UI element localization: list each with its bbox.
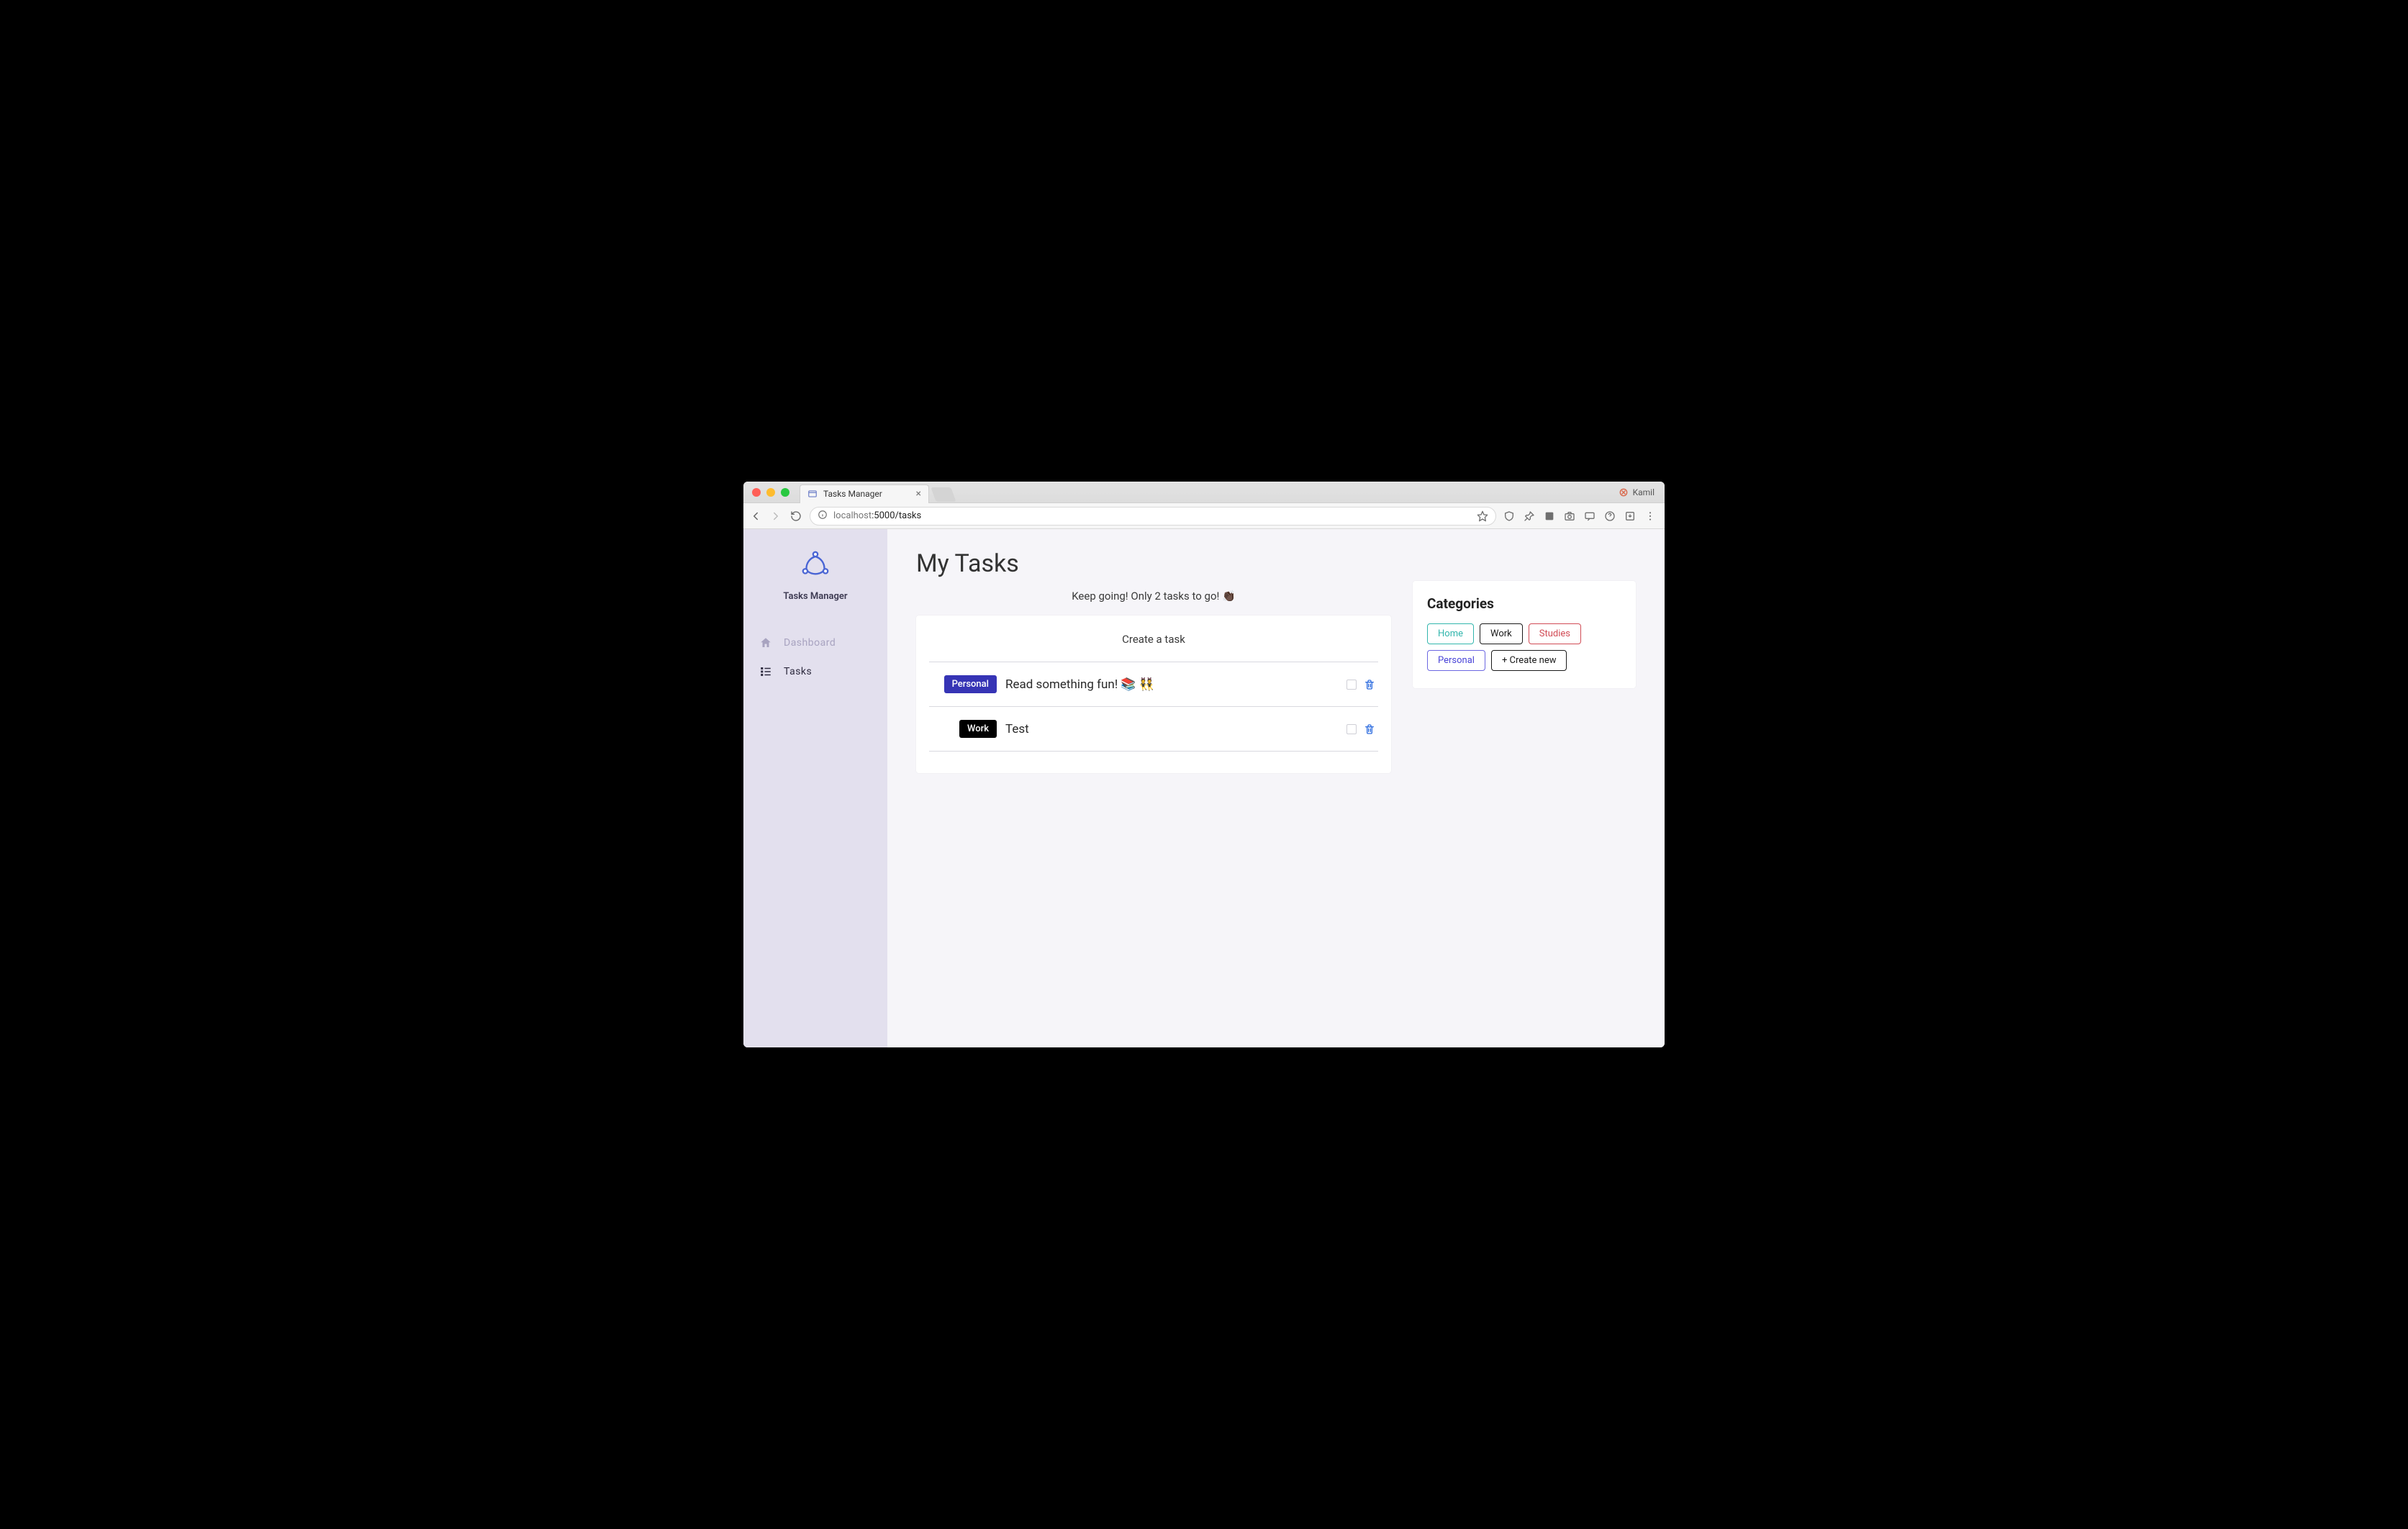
sidebar: Tasks Manager Dashboard Tasks <box>743 529 887 1047</box>
help-extension-icon[interactable] <box>1604 510 1616 522</box>
shield-extension-icon[interactable] <box>1503 510 1515 522</box>
create-category-button[interactable]: + Create new <box>1491 650 1567 671</box>
bookmark-star-icon[interactable] <box>1477 510 1488 522</box>
url-host: localhost <box>833 510 872 521</box>
tasks-remaining-text: Keep going! Only 2 tasks to go! 👏🏿 <box>916 590 1391 603</box>
maximize-window-button[interactable] <box>781 488 789 497</box>
sidebar-nav: Dashboard Tasks <box>743 636 887 678</box>
new-tab-button[interactable] <box>931 487 956 502</box>
task-row: Work Test <box>929 706 1378 752</box>
category-pill-studies[interactable]: Studies <box>1529 623 1581 644</box>
task-badge-wrap: Work <box>932 720 997 738</box>
task-category-badge: Work <box>959 720 997 738</box>
browser-tab[interactable]: Tasks Manager × <box>800 484 929 503</box>
home-icon <box>759 636 772 649</box>
minimize-window-button[interactable] <box>766 488 775 497</box>
profile-name: Kamil <box>1633 487 1655 497</box>
sidebar-item-label: Dashboard <box>784 637 836 649</box>
categories-title: Categories <box>1427 595 1621 612</box>
camera-extension-icon[interactable] <box>1564 510 1575 522</box>
back-button[interactable] <box>749 510 762 523</box>
pin-extension-icon[interactable] <box>1524 510 1535 522</box>
browser-window: Tasks Manager × Kamil localhost:5000/tas… <box>743 482 1665 1047</box>
chat-extension-icon[interactable] <box>1584 510 1595 522</box>
tab-title: Tasks Manager <box>823 489 910 499</box>
sidebar-item-tasks[interactable]: Tasks <box>759 665 872 678</box>
site-info-icon[interactable] <box>818 510 828 523</box>
task-title: Read something fun! 📚 👯 <box>1005 677 1338 692</box>
task-badge-wrap: Personal <box>932 675 997 693</box>
categories-panel: Categories Home Work Studies Personal + Crea… <box>1413 581 1636 688</box>
url-path: :5000/tasks <box>872 510 921 521</box>
browser-toolbar: localhost:5000/tasks <box>743 503 1665 529</box>
task-actions <box>1346 679 1375 690</box>
address-bar[interactable]: localhost:5000/tasks <box>810 507 1496 526</box>
menu-icon[interactable] <box>1644 510 1656 522</box>
create-task-button[interactable]: Create a task <box>929 633 1378 662</box>
page-title: My Tasks <box>916 549 1391 578</box>
main-content: My Tasks Keep going! Only 2 tasks to go!… <box>887 529 1665 1047</box>
reload-button[interactable] <box>789 510 802 523</box>
window-controls <box>752 488 789 497</box>
task-category-badge: Personal <box>944 675 997 693</box>
tasks-column: My Tasks Keep going! Only 2 tasks to go!… <box>916 549 1391 773</box>
browser-tab-strip: Tasks Manager × Kamil <box>743 482 1665 503</box>
tasks-icon <box>759 665 772 678</box>
task-complete-checkbox[interactable] <box>1346 724 1357 734</box>
tasks-list: Personal Read something fun! 📚 👯 Work Test <box>929 662 1378 752</box>
profile-icon <box>1619 487 1629 497</box>
forward-button[interactable] <box>769 510 782 523</box>
category-pill-work[interactable]: Work <box>1480 623 1523 644</box>
tab-close-icon[interactable]: × <box>916 489 921 499</box>
task-actions <box>1346 723 1375 735</box>
square-extension-icon[interactable] <box>1544 510 1555 522</box>
categories-list: Home Work Studies Personal + Create new <box>1427 623 1621 671</box>
task-complete-checkbox[interactable] <box>1346 680 1357 690</box>
logo-icon <box>797 546 833 582</box>
sidebar-item-label: Tasks <box>784 666 812 677</box>
task-title: Test <box>1005 722 1338 736</box>
trash-icon[interactable] <box>1364 723 1375 735</box>
browser-profile[interactable]: Kamil <box>1619 487 1655 497</box>
task-row: Personal Read something fun! 📚 👯 <box>929 662 1378 706</box>
favicon-icon <box>807 489 818 499</box>
app-root: Tasks Manager Dashboard Tasks <box>743 529 1665 1047</box>
tasks-card: Create a task Personal Read something fun… <box>916 615 1391 773</box>
url-text: localhost:5000/tasks <box>833 510 921 521</box>
download-extension-icon[interactable] <box>1624 510 1636 522</box>
trash-icon[interactable] <box>1364 679 1375 690</box>
brand: Tasks Manager <box>743 546 887 616</box>
brand-name: Tasks Manager <box>783 591 847 602</box>
close-window-button[interactable] <box>752 488 761 497</box>
category-pill-personal[interactable]: Personal <box>1427 650 1485 671</box>
sidebar-item-dashboard[interactable]: Dashboard <box>759 636 872 649</box>
category-pill-home[interactable]: Home <box>1427 623 1474 644</box>
toolbar-extensions <box>1503 510 1656 522</box>
